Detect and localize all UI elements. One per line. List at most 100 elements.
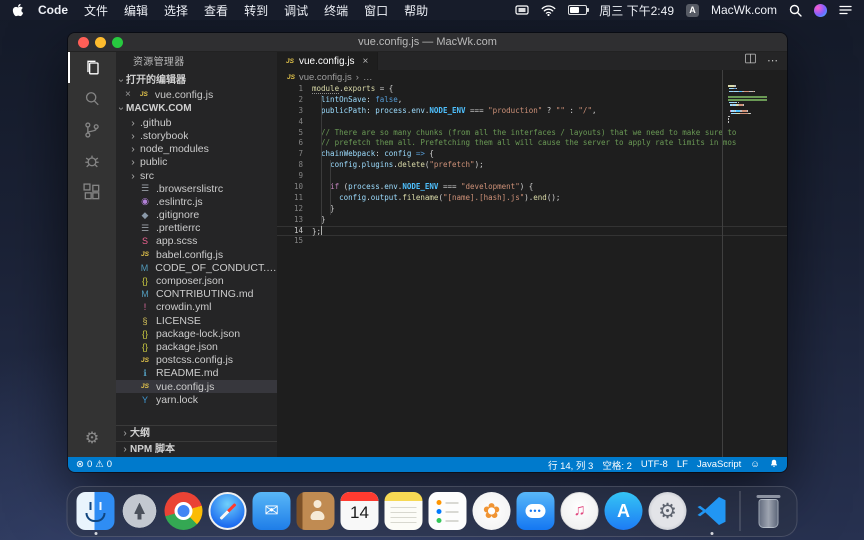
more-actions-icon[interactable]: ⋯ — [767, 56, 779, 66]
indentation[interactable]: 空格: 2 — [602, 458, 632, 472]
sidebar-section-0[interactable]: ›大纲 — [116, 425, 277, 441]
dock-item-itunes[interactable] — [561, 492, 599, 530]
feedback-smiley-icon[interactable]: ☺ — [750, 459, 760, 470]
dock-item-messages[interactable]: ••• — [517, 492, 555, 530]
breadcrumb[interactable]: JS vue.config.js › … — [277, 70, 787, 84]
file-item[interactable]: {}package-lock.json — [116, 327, 277, 340]
problems-indicator[interactable]: ⊗ 0 ⚠ 0 — [76, 459, 112, 470]
menu-account[interactable]: MacWk.com — [711, 3, 777, 17]
file-item[interactable]: ☰.browserslistrc — [116, 182, 277, 195]
activity-debug-icon[interactable] — [68, 145, 116, 176]
menu-app-name[interactable]: Code — [38, 3, 68, 17]
file-item[interactable]: ◆.gitignore — [116, 209, 277, 222]
window-titlebar[interactable]: vue.config.js — MacWk.com — [68, 33, 787, 52]
search-icon[interactable] — [789, 4, 802, 17]
menu-item-7[interactable]: 窗口 — [364, 2, 388, 19]
encoding[interactable]: UTF-8 — [641, 459, 668, 470]
tab-vue-config[interactable]: JS vue.config.js × — [277, 52, 378, 70]
activity-source-control-icon[interactable] — [68, 114, 116, 145]
menu-item-4[interactable]: 转到 — [244, 2, 268, 19]
code-line-11[interactable]: 11 config.output.filename("[name].[hash]… — [277, 193, 787, 204]
siri-icon[interactable] — [814, 4, 827, 17]
code-line-6[interactable]: 6 // prefetch them all. Prefetching them… — [277, 138, 787, 149]
code-line-4[interactable]: 4 — [277, 117, 787, 128]
file-item[interactable]: Yyarn.lock — [116, 393, 277, 406]
split-editor-icon[interactable] — [744, 52, 757, 70]
battery-icon[interactable] — [568, 5, 587, 15]
dock-item-notes[interactable] — [385, 492, 423, 530]
code-line-13[interactable]: 13 } — [277, 215, 787, 226]
notifications-bell-icon[interactable] — [769, 458, 779, 472]
folder-item[interactable]: ›.github — [116, 116, 277, 129]
dock-item-mail[interactable] — [253, 492, 291, 530]
dock-item-sysprefs[interactable] — [649, 492, 687, 530]
eol[interactable]: LF — [677, 459, 688, 470]
code-line-14[interactable]: 14}; — [277, 226, 787, 237]
code-line-3[interactable]: 3 publicPath: process.env.NODE_ENV === "… — [277, 106, 787, 117]
code-line-1[interactable]: 1module.exports = { — [277, 84, 787, 95]
folder-item[interactable]: ›.storybook — [116, 129, 277, 142]
menu-item-3[interactable]: 查看 — [204, 2, 228, 19]
menu-item-8[interactable]: 帮助 — [404, 2, 428, 19]
code-line-12[interactable]: 12 } — [277, 204, 787, 215]
file-item[interactable]: Sapp.scss — [116, 235, 277, 248]
cursor-position[interactable]: 行 14, 列 3 — [548, 458, 593, 472]
file-item[interactable]: ◉.eslintrc.js — [116, 195, 277, 208]
input-source-icon[interactable]: A — [686, 4, 699, 17]
code-editor[interactable]: 1module.exports = {2 lintOnSave: false,3… — [277, 84, 787, 457]
file-item[interactable]: JSpostcss.config.js — [116, 354, 277, 367]
open-editors-section[interactable]: › 打开的编辑器 — [116, 73, 277, 88]
file-item[interactable]: JSbabel.config.js — [116, 248, 277, 261]
dock-item-launchpad[interactable] — [121, 492, 159, 530]
code-line-9[interactable]: 9 — [277, 171, 787, 182]
dock-item-trash[interactable] — [750, 492, 788, 530]
menu-item-2[interactable]: 选择 — [164, 2, 188, 19]
menu-item-6[interactable]: 终端 — [324, 2, 348, 19]
dock-item-appstore[interactable] — [605, 492, 643, 530]
sidebar-section-1[interactable]: ›NPM 脚本 — [116, 441, 277, 457]
file-item[interactable]: ℹREADME.md — [116, 367, 277, 380]
folder-item[interactable]: ›node_modules — [116, 143, 277, 156]
folder-item[interactable]: ›src — [116, 169, 277, 182]
file-item[interactable]: MCODE_OF_CONDUCT.md — [116, 261, 277, 274]
code-line-7[interactable]: 7 chainWebpack: config => { — [277, 149, 787, 160]
manage-gear-icon[interactable]: ⚙ — [68, 425, 116, 451]
file-item[interactable]: ☰.prettierrc — [116, 222, 277, 235]
close-tab-icon[interactable]: × — [363, 56, 369, 67]
dock-item-reminders[interactable] — [429, 492, 467, 530]
file-item[interactable]: !crowdin.yml — [116, 301, 277, 314]
wifi-icon[interactable] — [541, 5, 556, 16]
dock-item-safari[interactable] — [209, 492, 247, 530]
close-editor-icon[interactable]: × — [125, 89, 131, 100]
notification-center-icon[interactable] — [839, 5, 852, 15]
code-line-15[interactable]: 15 — [277, 236, 787, 247]
project-section-header[interactable]: › MACWK.COM — [116, 101, 277, 116]
code-line-8[interactable]: 8 config.plugins.delete("prefetch"); — [277, 160, 787, 171]
apple-menu-icon[interactable] — [12, 3, 24, 17]
activity-extensions-icon[interactable] — [68, 176, 116, 207]
file-item[interactable]: JSvue.config.js — [116, 380, 277, 393]
activity-search-icon[interactable] — [68, 83, 116, 114]
code-line-5[interactable]: 5 // There are so many chunks (from all … — [277, 128, 787, 139]
menu-item-1[interactable]: 编辑 — [124, 2, 148, 19]
file-item[interactable]: §LICENSE — [116, 314, 277, 327]
file-item[interactable]: MCONTRIBUTING.md — [116, 288, 277, 301]
dock-item-chrome[interactable] — [165, 492, 203, 530]
activity-explorer-icon[interactable] — [68, 52, 116, 83]
minimap[interactable] — [728, 85, 786, 127]
language-mode[interactable]: JavaScript — [697, 459, 741, 470]
file-item[interactable]: {}package.json — [116, 340, 277, 353]
menu-clock[interactable]: 周三 下午2:49 — [599, 2, 674, 19]
dock-item-photos[interactable] — [473, 492, 511, 530]
dock-item-contacts[interactable] — [297, 492, 335, 530]
folder-item[interactable]: ›public — [116, 156, 277, 169]
menu-item-0[interactable]: 文件 — [84, 2, 108, 19]
dock-item-vscode[interactable] — [693, 492, 731, 530]
dock-item-calendar[interactable]: 14 — [341, 492, 379, 530]
menu-item-5[interactable]: 调试 — [284, 2, 308, 19]
open-editor-item[interactable]: ×JSvue.config.js — [116, 88, 277, 101]
code-line-2[interactable]: 2 lintOnSave: false, — [277, 95, 787, 106]
file-item[interactable]: {}composer.json — [116, 274, 277, 287]
dock-item-finder[interactable] — [77, 492, 115, 530]
display-icon[interactable] — [515, 5, 529, 16]
